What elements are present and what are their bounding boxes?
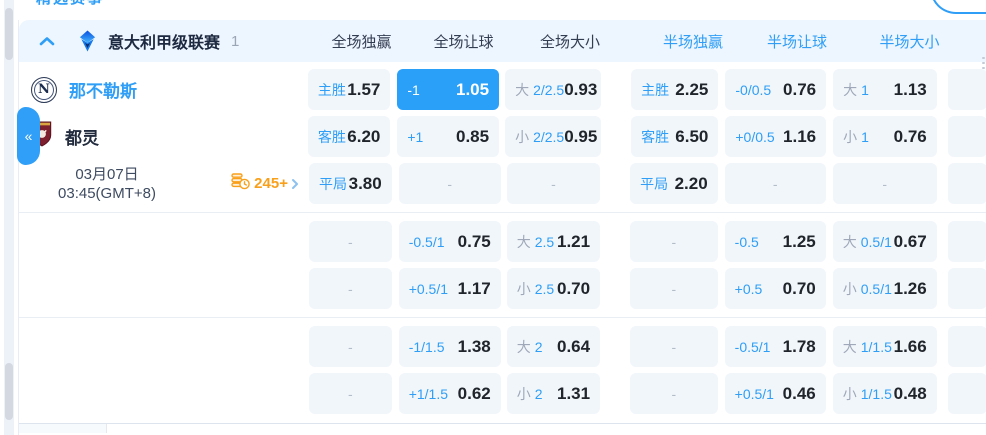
odds-cell-ft-handicap[interactable]: -1/1.5 1.38 [398,326,501,367]
clipped-odds-cell[interactable] [947,69,986,110]
odds-cell-ft-over[interactable]: 大 2 0.64 [506,326,601,367]
serie-a-logo-icon [78,30,97,52]
clipped-top-tab[interactable]: 精选赛事 [36,0,114,8]
odds-cell-ft-handicap-home-selected[interactable]: -1 1.05 [397,69,500,110]
more-markets-link[interactable]: 245+ [231,172,299,195]
odds-cell-ht-under[interactable]: 小 1 0.76 [833,116,937,157]
odds-row-g2-2: - +0.5/1 1.17 小 2.5 0.70 - +0.5 0.70 小 0.5/1 1… [19,265,986,312]
odds-cell-empty: - [398,163,501,204]
odds-cell-empty: - [832,163,937,204]
league-header-bar: 意大利甲级联赛 1 全场独赢 全场让球 全场大小 半场独赢 半场让球 半场大小 [19,20,986,62]
odds-cell-empty: - [308,326,392,367]
odds-cell-ht-handicap[interactable]: +0.5 0.70 [724,268,826,309]
clipped-odds-cell[interactable] [947,116,986,157]
league-match-count: 1 [231,32,240,50]
odds-cell-empty: - [630,326,718,367]
match-date: 03月07日 [75,165,139,183]
odds-cell-ht-over[interactable]: 大 0.5/1 0.67 [832,221,937,262]
odds-cell-ft-handicap[interactable]: +0.5/1 1.17 [398,268,501,309]
odds-cell-ft-handicap[interactable]: -0.5/1 0.75 [398,221,501,262]
clipped-odds-cell[interactable] [947,268,986,309]
clipped-header-icon [982,57,986,69]
clipped-bubble-corner [930,0,986,14]
odds-cell-empty: - [630,373,718,414]
odds-cell-ft1x2-away[interactable]: 客胜 6.20 [307,116,391,157]
odds-cell-ft1x2-home[interactable]: 主胜 1.57 [307,69,391,110]
column-header-ft-overunder: 全场大小 [539,33,600,51]
odds-cell-empty: - [506,163,601,204]
column-header-ht-handicap: 半场让球 [766,33,827,51]
league-odds-card: 意大利甲级联赛 1 全场独赢 全场让球 全场大小 半场独赢 半场让球 半场大小 … [18,20,986,435]
scrollbar-thumb-bottom[interactable] [5,363,13,420]
odds-row-g3-1: - -1/1.5 1.38 大 2 0.64 - -0.5/1 1.78 大 1/1.5 1… [19,323,986,370]
group-divider [19,317,986,318]
odds-cell-ht1x2-home[interactable]: 主胜 2.25 [631,69,719,110]
odds-cell-empty: - [724,163,826,204]
markets-count: 245+ [254,175,288,192]
clipped-odds-cell[interactable] [947,221,986,262]
odds-cell-ht1x2-draw[interactable]: 平局 2.20 [630,163,718,204]
match-row-draw: 03月07日 03:45(GMT+8) 245+ 平局 3.80 - - 平局 … [19,160,986,207]
chevron-right-icon [291,178,299,190]
odds-cell-empty: - [308,268,392,309]
odds-cell-ft-over[interactable]: 大 2/2.5 0.93 [505,69,602,110]
match-time: 03:45(GMT+8) [58,184,156,202]
odds-cell-ht-under[interactable]: 小 0.5/1 1.26 [832,268,937,309]
odds-cell-empty: - [630,221,718,262]
odds-cell-ft-under[interactable]: 小 2.5 0.70 [506,268,601,309]
home-team-cell[interactable]: N 那不勒斯 [19,76,308,103]
league-header-left: 意大利甲级联赛 1 [19,29,319,53]
collapse-sidebar-handle[interactable]: « [17,107,40,165]
match-datetime: 03月07日 03:45(GMT+8) [31,165,183,203]
odds-cell-ft-over[interactable]: 大 2.5 1.21 [506,221,601,262]
next-section-fragment [19,424,986,433]
column-header-ht-1x2: 半场独赢 [662,33,723,51]
odds-row-g3-2: - +1/1.5 0.62 小 2 1.31 - +0.5/1 0.46 小 1/1.5 0… [19,370,986,417]
odds-cell-empty: - [630,268,718,309]
group-divider [19,212,986,213]
odds-cell-ht-under[interactable]: 小 1/1.5 0.48 [832,373,937,414]
column-header-ft-1x2: 全场独赢 [331,33,392,51]
clipped-odds-cell[interactable] [947,373,986,414]
odds-cell-ft-handicap-away[interactable]: +1 0.85 [397,116,500,157]
odds-cell-ft-under[interactable]: 小 2 1.31 [506,373,601,414]
column-header-ft-handicap: 全场让球 [433,33,494,51]
odds-cell-ht-handicap[interactable]: -0.5/1 1.78 [724,326,826,367]
napoli-badge-icon: N [31,76,57,103]
away-team-name: 都灵 [65,129,99,148]
away-team-cell[interactable]: 都灵 [19,121,308,152]
chevron-up-icon [39,37,55,46]
betting-odds-page: { "misc": { "dash": "-", "collapse_glyph… [0,0,986,435]
match-row-home: N 那不勒斯 主胜 1.57 -1 1.05 大 2/2.5 0.93 主胜 2.25 -… [19,66,986,113]
double-chevron-left-icon: « [24,128,33,144]
odds-cell-ht-handicap-home[interactable]: -0/0.5 0.76 [725,69,827,110]
column-header-ht-overunder: 半场大小 [879,33,940,51]
odds-cell-ft1x2-draw[interactable]: 平局 3.80 [308,163,392,204]
league-title: 意大利甲级联赛 [108,35,221,52]
odds-cell-ht-over[interactable]: 大 1 1.13 [833,69,937,110]
scrollbar-thumb-top[interactable] [5,8,13,60]
clipped-odds-cell[interactable] [947,326,986,367]
odds-cell-ht-over[interactable]: 大 1/1.5 1.66 [832,326,937,367]
odds-cell-ht-handicap-away[interactable]: +0/0.5 1.16 [725,116,827,157]
collapse-league-button[interactable] [39,36,55,46]
home-team-name: 那不勒斯 [69,82,137,101]
odds-cell-ht1x2-away[interactable]: 客胜 6.50 [631,116,719,157]
coins-clock-icon [231,172,250,195]
odds-cell-ht-handicap[interactable]: -0.5 1.25 [724,221,826,262]
odds-cell-ft-under[interactable]: 小 2/2.5 0.95 [505,116,602,157]
odds-row-g2-1: - -0.5/1 0.75 大 2.5 1.21 - -0.5 1.25 大 0.5/1 0… [19,218,986,265]
odds-cell-empty: - [308,373,392,414]
match-row-away: 都灵 客胜 6.20 +1 0.85 小 2/2.5 0.95 客胜 6.50 +0/0.… [19,113,986,160]
odds-rows: N 那不勒斯 主胜 1.57 -1 1.05 大 2/2.5 0.93 主胜 2.25 -… [19,62,986,433]
match-info-cell: 03月07日 03:45(GMT+8) 245+ [19,165,309,203]
odds-cell-ft-handicap[interactable]: +1/1.5 0.62 [398,373,501,414]
odds-cell-empty: - [308,221,392,262]
clipped-odds-cell[interactable] [947,163,986,204]
odds-cell-ht-handicap[interactable]: +0.5/1 0.46 [724,373,826,414]
